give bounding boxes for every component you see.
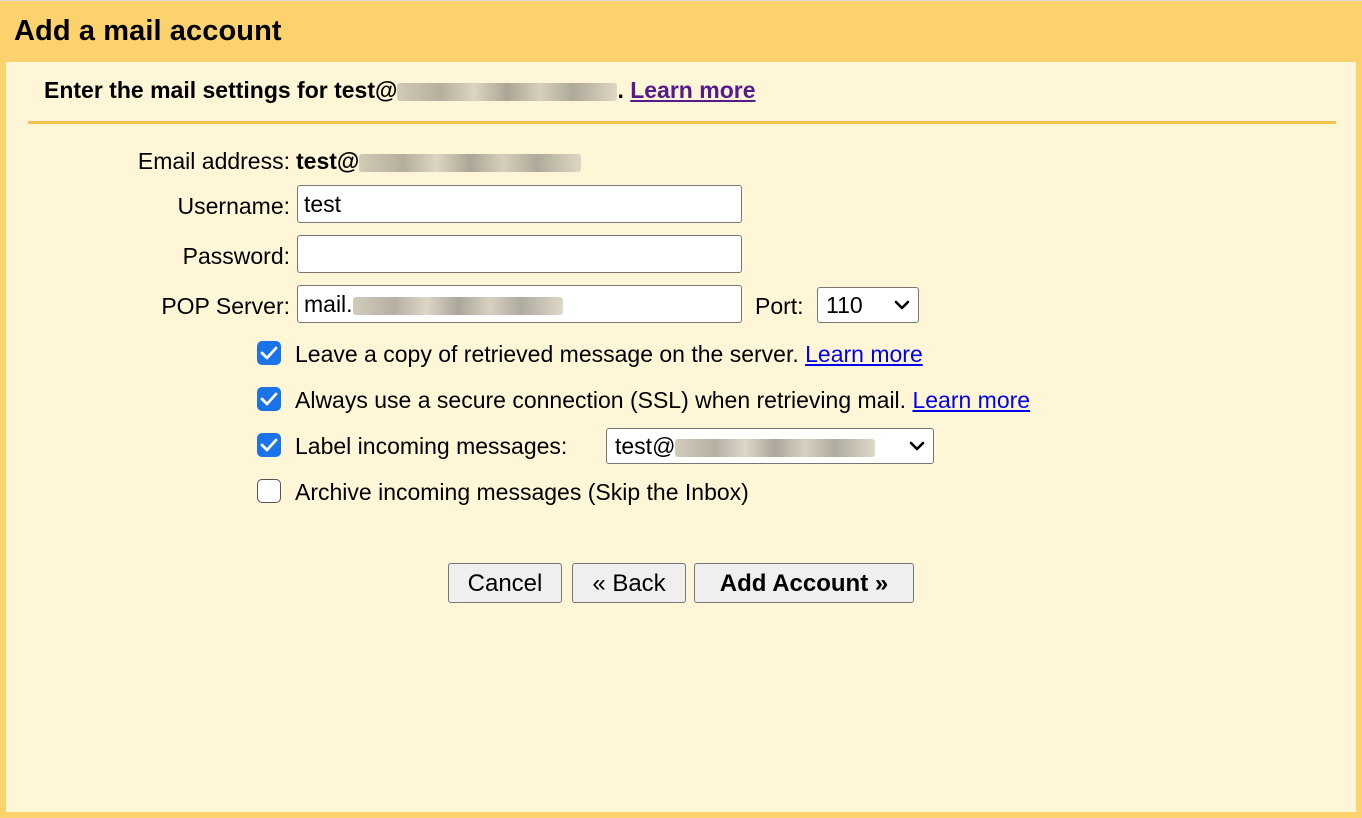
intro-learn-more-link[interactable]: Learn more bbox=[630, 77, 755, 103]
password-field[interactable] bbox=[297, 235, 742, 273]
pop-server-value: mail. bbox=[304, 291, 353, 317]
ssl-checkbox[interactable] bbox=[257, 387, 281, 411]
port-value: 110 bbox=[826, 292, 863, 318]
intro-suffix: . bbox=[617, 77, 631, 103]
archive-label: Archive incoming messages (Skip the Inbo… bbox=[295, 479, 749, 505]
redacted-domain bbox=[397, 82, 618, 101]
label-incoming-checkbox[interactable] bbox=[257, 433, 281, 457]
dialog-body: Enter the mail settings for test@. Learn… bbox=[6, 62, 1356, 812]
email-address-value: test@ bbox=[296, 148, 582, 175]
archive-checkbox[interactable] bbox=[257, 479, 281, 503]
username-field[interactable]: test bbox=[297, 185, 742, 223]
header-divider bbox=[28, 121, 1336, 124]
leave-copy-label: Leave a copy of retrieved message on the… bbox=[295, 341, 799, 367]
dialog-title: Add a mail account bbox=[14, 15, 282, 47]
ssl-option: Always use a secure connection (SSL) whe… bbox=[295, 387, 1030, 414]
intro-line: Enter the mail settings for test@. Learn… bbox=[44, 77, 755, 104]
dialog-header: Add a mail account bbox=[0, 0, 1362, 63]
checkmark-icon bbox=[260, 438, 278, 452]
label-incoming-value: test@ bbox=[615, 433, 676, 459]
chevron-down-icon bbox=[894, 300, 910, 310]
username-value: test bbox=[304, 191, 342, 217]
ssl-learn-more-link[interactable]: Learn more bbox=[912, 387, 1030, 413]
chevron-down-icon bbox=[909, 441, 925, 451]
password-label: Password: bbox=[182, 243, 290, 269]
pop-server-field[interactable]: mail. bbox=[297, 285, 742, 323]
redacted-domain bbox=[352, 296, 563, 315]
cancel-button[interactable]: Cancel bbox=[448, 563, 562, 603]
email-address-label: Email address: bbox=[137, 148, 290, 174]
redacted-domain bbox=[675, 438, 876, 457]
redacted-domain bbox=[359, 153, 582, 172]
port-select[interactable]: 110 bbox=[817, 287, 919, 323]
checkmark-icon bbox=[260, 392, 278, 406]
username-label: Username: bbox=[177, 193, 290, 219]
back-button[interactable]: « Back bbox=[572, 563, 686, 603]
add-account-button[interactable]: Add Account » bbox=[694, 563, 914, 603]
leave-copy-learn-more-link[interactable]: Learn more bbox=[805, 341, 923, 367]
intro-prefix: Enter the mail settings for test@ bbox=[44, 77, 398, 103]
leave-copy-option: Leave a copy of retrieved message on the… bbox=[295, 341, 923, 368]
label-incoming-select[interactable]: test@ bbox=[606, 428, 934, 464]
ssl-label: Always use a secure connection (SSL) whe… bbox=[295, 387, 907, 413]
checkmark-icon bbox=[260, 346, 278, 360]
label-incoming-label: Label incoming messages: bbox=[295, 433, 568, 459]
leave-copy-checkbox[interactable] bbox=[257, 341, 281, 365]
port-label: Port: bbox=[755, 293, 804, 319]
pop-server-label: POP Server: bbox=[161, 293, 290, 319]
email-address-text: test@ bbox=[296, 148, 360, 174]
